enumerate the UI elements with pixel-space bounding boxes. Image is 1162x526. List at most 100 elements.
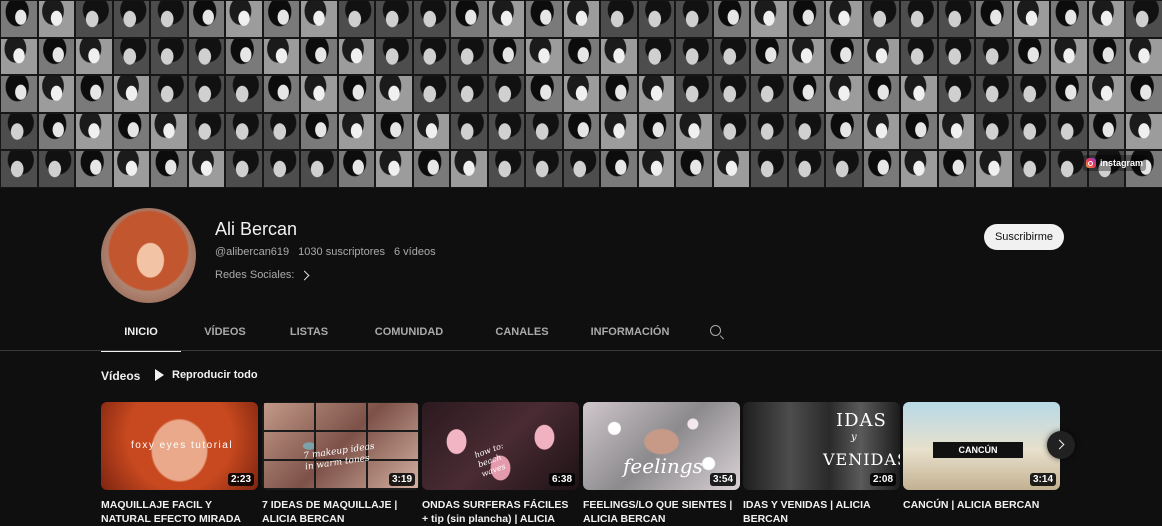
thumbnail-caption: foxy eyes tutorial [131, 440, 234, 451]
banner-photo-tile [112, 37, 150, 76]
play-all-label: Reproducir todo [172, 369, 258, 381]
tab-informacion[interactable]: INFORMACIÓN [575, 314, 685, 350]
banner-photo-tile [750, 37, 788, 76]
banner-photo-tile [37, 75, 75, 113]
banner-photo-tile [487, 37, 525, 76]
banner-photo-tile [0, 112, 38, 151]
channel-banner: instagram [0, 0, 1162, 188]
video-thumbnail[interactable]: CANCÚN 3:14 [903, 402, 1060, 490]
video-thumbnail[interactable]: IDAS y VENIDAS 2:08 [743, 402, 900, 490]
banner-photo-tile [112, 0, 150, 38]
banner-photo-tile [712, 75, 750, 113]
video-card[interactable]: foxy eyes tutorial 2:23 MAQUILLAJE FACIL… [101, 402, 258, 526]
video-title[interactable]: FEELINGS/LO QUE SIENTES | ALICIA BERCAN [583, 498, 738, 526]
banner-photo-tile [150, 150, 188, 188]
banner-photo-tile [75, 75, 113, 113]
banner-photo-tile [337, 112, 375, 151]
banner-photo-tile [412, 37, 450, 76]
video-duration: 3:14 [1029, 473, 1056, 486]
subscribe-button[interactable]: Suscribirme [984, 224, 1064, 250]
video-card[interactable]: how to: beach waves 6:38 ONDAS SURFERAS … [422, 402, 579, 526]
banner-photo-tile [712, 150, 750, 188]
video-title[interactable]: IDAS Y VENIDAS | ALICIA BERCAN [743, 498, 898, 526]
banner-photo-tile [675, 112, 713, 151]
video-thumbnail[interactable]: how to: beach waves 6:38 [422, 402, 579, 490]
instagram-icon [1085, 158, 1096, 168]
video-card[interactable]: IDAS y VENIDAS 2:08 IDAS Y VENIDAS | ALI… [743, 402, 900, 526]
banner-photo-tile [187, 150, 225, 188]
banner-photo-tile [750, 0, 788, 38]
banner-photo-tile [450, 150, 488, 188]
banner-photo-tile [637, 150, 675, 188]
banner-instagram-link[interactable]: instagram [1082, 155, 1146, 171]
channel-links[interactable]: Redes Sociales: [215, 269, 309, 281]
thumbnail-caption: CANCÚN [933, 442, 1023, 458]
tab-canales[interactable]: CANALES [469, 314, 575, 350]
banner-photo-tile [187, 112, 225, 151]
banner-photo-tile [675, 0, 713, 38]
banner-photo-tile [787, 0, 825, 38]
video-title[interactable]: CANCÚN | ALICIA BERCAN [903, 498, 1058, 512]
banner-photo-tile [937, 0, 975, 38]
banner-photo-tile [187, 75, 225, 113]
video-card[interactable]: CANCÚN 3:14 CANCÚN | ALICIA BERCAN [903, 402, 1060, 512]
banner-photo-tile [75, 150, 113, 188]
banner-photo-tile [675, 37, 713, 76]
banner-photo-tile [862, 75, 900, 113]
banner-photo-tile [862, 112, 900, 151]
banner-photo-tile [37, 150, 75, 188]
banner-photo-tile [1125, 0, 1162, 38]
banner-photo-tile [825, 75, 863, 113]
banner-photo-tile [225, 112, 263, 151]
video-thumbnail[interactable]: foxy eyes tutorial 2:23 [101, 402, 258, 490]
banner-photo-tile [825, 0, 863, 38]
tab-inicio[interactable]: INICIO [101, 314, 181, 352]
banner-photo-tile [937, 112, 975, 151]
banner-photo-tile [112, 75, 150, 113]
carousel-next-button[interactable] [1047, 431, 1075, 459]
video-title[interactable]: 7 IDEAS DE MAQUILLAJE | ALICIA BERCAN [262, 498, 417, 526]
banner-photo-tile [150, 75, 188, 113]
video-title[interactable]: ONDAS SURFERAS FÁCILES + tip (sin planch… [422, 498, 577, 526]
play-icon [155, 369, 164, 381]
tab-comunidad[interactable]: COMUNIDAD [349, 314, 469, 350]
channel-links-label: Redes Sociales: [215, 269, 295, 281]
banner-photo-tile [300, 150, 338, 188]
banner-photo-tile [375, 37, 413, 76]
banner-photo-tile [637, 112, 675, 151]
banner-photo-tile [412, 75, 450, 113]
banner-photo-tile [675, 75, 713, 113]
video-duration: 3:54 [709, 473, 736, 486]
banner-photo-tile [337, 75, 375, 113]
banner-photo-tile [825, 37, 863, 76]
video-thumbnail[interactable]: feelings 3:54 [583, 402, 740, 490]
tabs-divider [0, 350, 1162, 351]
video-duration: 6:38 [548, 473, 575, 486]
thumbnail-caption: y [851, 432, 857, 443]
subscriber-count: 1030 suscriptores [298, 246, 385, 258]
channel-tabs: INICIO VÍDEOS LISTAS COMUNIDAD CANALES I… [101, 314, 685, 352]
video-card[interactable]: feelings 3:54 FEELINGS/LO QUE SIENTES | … [583, 402, 740, 526]
banner-photo-tile [525, 150, 563, 188]
banner-photo-tile [600, 37, 638, 76]
play-all-button[interactable]: Reproducir todo [155, 369, 258, 381]
search-icon[interactable] [710, 325, 724, 339]
banner-photo-tile [1050, 150, 1088, 188]
banner-photo-tile [487, 112, 525, 151]
banner-photo-tile [1125, 37, 1162, 76]
video-thumbnail[interactable]: 7 makeup ideas in warm tones 3:19 [262, 402, 419, 490]
banner-photo-tile [1050, 0, 1088, 38]
video-card[interactable]: 7 makeup ideas in warm tones 3:19 7 IDEA… [262, 402, 419, 526]
banner-photo-tile [825, 112, 863, 151]
banner-photo-tile [1050, 75, 1088, 113]
tab-videos[interactable]: VÍDEOS [181, 314, 269, 350]
video-count: 6 vídeos [394, 246, 436, 258]
banner-photo-tile [1087, 75, 1125, 113]
video-title[interactable]: MAQUILLAJE FACIL Y NATURAL EFECTO MIRADA [101, 498, 256, 526]
tab-listas[interactable]: LISTAS [269, 314, 349, 350]
channel-avatar[interactable] [101, 208, 196, 303]
chevron-right-icon [299, 270, 309, 281]
banner-photo-tile [750, 112, 788, 151]
banner-photo-tile [900, 150, 938, 188]
video-duration: 2:08 [869, 473, 896, 486]
